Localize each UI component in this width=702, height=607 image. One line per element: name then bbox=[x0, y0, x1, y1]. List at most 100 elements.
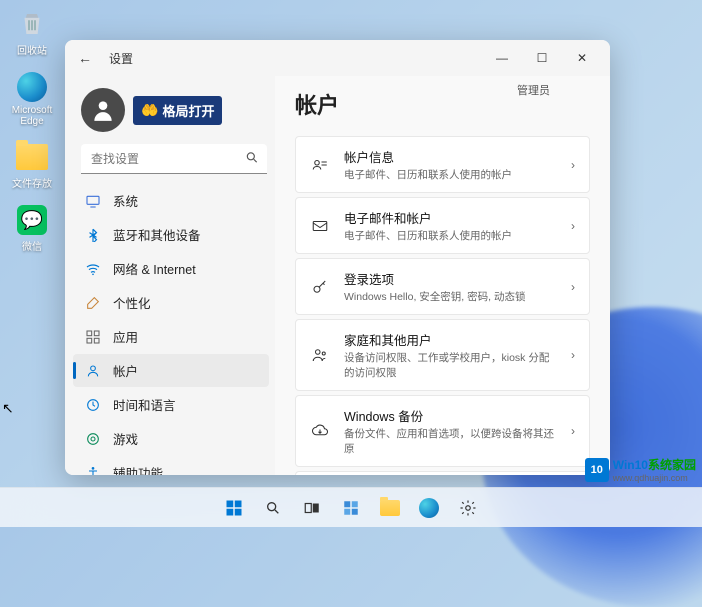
bluetooth-icon bbox=[85, 227, 101, 243]
nav-item-personalization[interactable]: 个性化 bbox=[73, 286, 269, 319]
nav-list: 系统 蓝牙和其他设备 网络 & Internet 个性化 bbox=[73, 184, 275, 475]
card-family-other[interactable]: 家庭和其他用户 设备访问权限、工作或学校用户，kiosk 分配的访问权限 › bbox=[295, 319, 590, 391]
desktop-icon-recycle-bin[interactable]: 回收站 bbox=[8, 8, 56, 57]
wechat-icon: 💬 bbox=[16, 204, 48, 236]
desktop-icon-label: 回收站 bbox=[17, 42, 47, 57]
nav-item-accounts[interactable]: 帐户 bbox=[73, 354, 269, 387]
nav-item-system[interactable]: 系统 bbox=[73, 184, 269, 217]
folder-icon bbox=[16, 141, 48, 173]
chevron-right-icon: › bbox=[571, 158, 575, 172]
card-title: 电子邮件和帐户 bbox=[344, 208, 557, 227]
desktop-icons: 回收站 Microsoft Edge 文件存放 💬 微信 bbox=[8, 8, 56, 253]
nav-item-apps[interactable]: 应用 bbox=[73, 320, 269, 353]
back-button[interactable]: ← bbox=[73, 46, 97, 70]
card-title: 登录选项 bbox=[344, 269, 557, 288]
window-title: 设置 bbox=[109, 50, 133, 67]
card-email-accounts[interactable]: 电子邮件和帐户 电子邮件、日历和联系人使用的帐户 › bbox=[295, 197, 590, 254]
desktop-icon-label: 文件存放 bbox=[12, 175, 52, 190]
edge-icon bbox=[16, 71, 48, 103]
brush-icon bbox=[85, 295, 101, 311]
card-desc: 电子邮件、日历和联系人使用的帐户 bbox=[344, 228, 557, 243]
folder-icon bbox=[380, 500, 400, 516]
watermark-brand2: 系统家园 bbox=[648, 458, 696, 472]
clock-icon bbox=[85, 397, 101, 413]
sidebar: 🤲 格局打开 系统 蓝牙和其他设备 bbox=[65, 76, 275, 475]
chevron-right-icon: › bbox=[571, 424, 575, 438]
card-desc: 备份文件、应用和首选项，以便跨设备将其还原 bbox=[344, 426, 557, 456]
hand-icon: 🤲 bbox=[141, 102, 158, 119]
watermark-brand1: Win10 bbox=[613, 458, 648, 472]
card-signin-options[interactable]: 登录选项 Windows Hello, 安全密钥, 密码, 动态锁 › bbox=[295, 258, 590, 315]
watermark-url: www.qdhuajin.com bbox=[613, 473, 696, 483]
page-title: 帐户 bbox=[295, 88, 339, 120]
nav-label: 蓝牙和其他设备 bbox=[113, 225, 201, 244]
card-desc: 设备访问权限、工作或学校用户，kiosk 分配的访问权限 bbox=[344, 350, 557, 380]
user-role: 管理员 bbox=[517, 82, 550, 98]
windows-icon bbox=[225, 499, 243, 517]
card-desc: 电子邮件、日历和联系人使用的帐户 bbox=[344, 167, 557, 182]
chevron-right-icon: › bbox=[571, 348, 575, 362]
search-input[interactable] bbox=[81, 144, 267, 174]
nav-item-time-language[interactable]: 时间和语言 bbox=[73, 388, 269, 421]
desktop-icon-label: 微信 bbox=[22, 238, 42, 253]
desktop-icon-wechat[interactable]: 💬 微信 bbox=[8, 204, 56, 253]
edge-icon bbox=[419, 498, 439, 518]
card-account-info[interactable]: 帐户信息 电子邮件、日历和联系人使用的帐户 › bbox=[295, 136, 590, 193]
taskbar-edge[interactable] bbox=[411, 492, 447, 524]
taskbar bbox=[0, 487, 702, 527]
accessibility-icon bbox=[85, 465, 101, 476]
taskbar-explorer[interactable] bbox=[372, 492, 408, 524]
nav-item-accessibility[interactable]: 辅助功能 bbox=[73, 456, 269, 475]
maximize-button[interactable]: ☐ bbox=[522, 44, 562, 72]
wifi-icon bbox=[85, 261, 101, 277]
backup-icon bbox=[310, 421, 330, 441]
user-block[interactable]: 🤲 格局打开 bbox=[73, 84, 275, 144]
gear-icon bbox=[459, 499, 477, 517]
taskview-icon bbox=[303, 499, 321, 517]
taskbar-settings[interactable] bbox=[450, 492, 486, 524]
close-button[interactable]: ✕ bbox=[562, 44, 602, 72]
taskbar-taskview[interactable] bbox=[294, 492, 330, 524]
main-content: 帐户 管理员 帐户信息 电子邮件、日历和联系人使用的帐户 › bbox=[275, 76, 610, 475]
watermark: 10 Win10系统家园 www.qdhuajin.com bbox=[585, 456, 696, 483]
mouse-cursor: ↖ bbox=[2, 400, 14, 417]
card-title: 家庭和其他用户 bbox=[344, 330, 557, 349]
desktop-icon-edge[interactable]: Microsoft Edge bbox=[8, 71, 56, 127]
desktop-icon-label: Microsoft Edge bbox=[12, 105, 53, 127]
nav-label: 辅助功能 bbox=[113, 463, 163, 475]
nav-item-bluetooth[interactable]: 蓝牙和其他设备 bbox=[73, 218, 269, 251]
minimize-button[interactable]: — bbox=[482, 44, 522, 72]
chevron-right-icon: › bbox=[571, 280, 575, 294]
watermark-logo: 10 bbox=[585, 458, 609, 482]
taskbar-search[interactable] bbox=[255, 492, 291, 524]
id-icon bbox=[310, 155, 330, 175]
nav-item-gaming[interactable]: 游戏 bbox=[73, 422, 269, 455]
recycle-bin-icon bbox=[16, 8, 48, 40]
card-work-school[interactable]: 连接工作或学校帐户 电子邮件、应用和网络等组织资源 › bbox=[295, 471, 590, 475]
start-button[interactable] bbox=[216, 492, 252, 524]
cards-list: 帐户信息 电子邮件、日历和联系人使用的帐户 › 电子邮件和帐户 电子邮件、日历和… bbox=[295, 136, 590, 475]
desktop-icon-folder[interactable]: 文件存放 bbox=[8, 141, 56, 190]
card-title: Windows 备份 bbox=[344, 406, 557, 425]
card-windows-backup[interactable]: Windows 备份 备份文件、应用和首选项，以便跨设备将其还原 › bbox=[295, 395, 590, 467]
titlebar[interactable]: ← 设置 — ☐ ✕ bbox=[65, 40, 610, 76]
search-icon bbox=[265, 500, 281, 516]
person-icon bbox=[85, 363, 101, 379]
settings-window: ← 设置 — ☐ ✕ 🤲 格局打开 bbox=[65, 40, 610, 475]
nav-label: 网络 & Internet bbox=[113, 259, 196, 278]
nav-label: 时间和语言 bbox=[113, 395, 176, 414]
card-desc: Windows Hello, 安全密钥, 密码, 动态锁 bbox=[344, 289, 557, 304]
nav-label: 系统 bbox=[113, 191, 138, 210]
nav-label: 个性化 bbox=[113, 293, 151, 312]
user-badge: 🤲 格局打开 bbox=[133, 96, 222, 125]
taskbar-widgets[interactable] bbox=[333, 492, 369, 524]
widgets-icon bbox=[342, 499, 360, 517]
person-icon bbox=[90, 97, 116, 123]
header-profile: 管理员 bbox=[517, 88, 590, 98]
system-icon bbox=[85, 193, 101, 209]
family-icon bbox=[310, 345, 330, 365]
gaming-icon bbox=[85, 431, 101, 447]
mail-icon bbox=[310, 216, 330, 236]
nav-label: 应用 bbox=[113, 327, 138, 346]
nav-item-network[interactable]: 网络 & Internet bbox=[73, 252, 269, 285]
